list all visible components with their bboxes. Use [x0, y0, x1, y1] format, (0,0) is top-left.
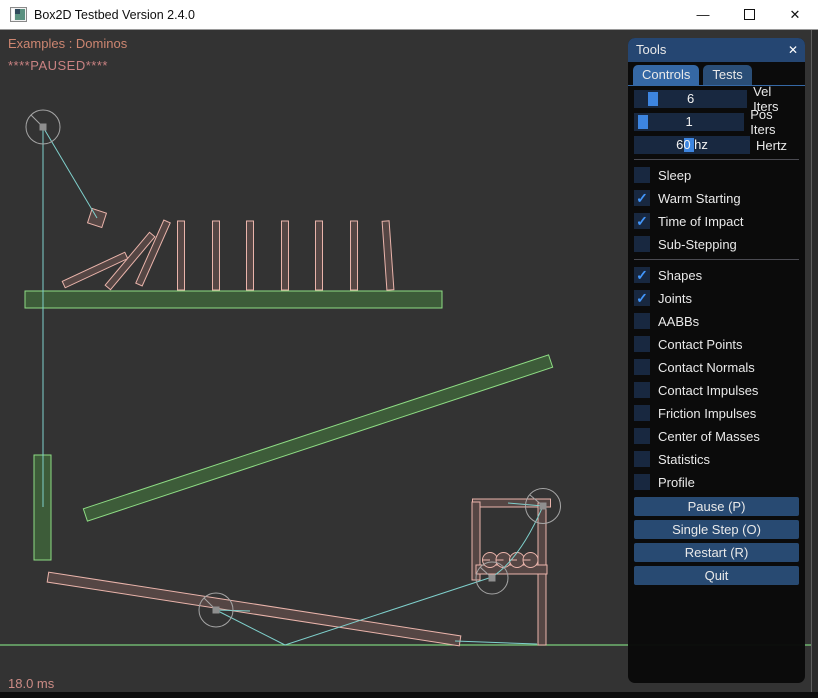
- checkbox-friction-impulses[interactable]: Friction Impulses: [634, 405, 799, 421]
- checkbox-statistics[interactable]: Statistics: [634, 451, 799, 467]
- domino[interactable]: [213, 221, 220, 290]
- ramp: [83, 355, 552, 521]
- window-title: Box2D Testbed Version 2.4.0: [34, 8, 680, 22]
- window-controls: — ✕: [680, 0, 818, 30]
- window-bottom-edge: [0, 692, 818, 698]
- domino[interactable]: [351, 221, 358, 290]
- checkbox-box: [634, 359, 650, 375]
- checkbox-profile[interactable]: Profile: [634, 474, 799, 490]
- checkmark-icon: ✓: [636, 267, 648, 283]
- pos-iters-slider[interactable]: 1: [634, 113, 744, 131]
- checkbox-joints[interactable]: ✓ Joints: [634, 290, 799, 306]
- separator: [634, 259, 799, 260]
- cradle-frame[interactable]: [472, 499, 551, 645]
- domino[interactable]: [178, 221, 185, 290]
- maximize-icon: [744, 9, 755, 20]
- pos-iters-row: 1 Pos Iters: [634, 113, 799, 131]
- seesaw-plank[interactable]: [47, 572, 461, 646]
- domino[interactable]: [316, 221, 323, 290]
- checkbox-box: [634, 428, 650, 444]
- hertz-row: 60 hz Hertz: [634, 136, 799, 154]
- minimize-button[interactable]: —: [680, 0, 726, 30]
- domino[interactable]: [247, 221, 254, 290]
- checkbox-sleep[interactable]: Sleep: [634, 167, 799, 183]
- tools-panel-body: 6 Vel Iters 1 Pos Iters 60 hz: [628, 86, 805, 585]
- checkbox-box: [634, 167, 650, 183]
- checkbox-box: [634, 382, 650, 398]
- close-icon: ✕: [790, 7, 801, 23]
- app-icon: [10, 7, 27, 22]
- checkbox-box: [634, 474, 650, 490]
- vel-iters-slider[interactable]: 6: [634, 90, 747, 108]
- checkbox-box: ✓: [634, 267, 650, 283]
- checkmark-icon: ✓: [636, 213, 648, 229]
- checkbox-contact-points[interactable]: Contact Points: [634, 336, 799, 352]
- pause-button[interactable]: Pause (P): [634, 497, 799, 516]
- app-window: Box2D Testbed Version 2.4.0 — ✕: [0, 0, 818, 698]
- checkbox-shapes[interactable]: ✓ Shapes: [634, 267, 799, 283]
- content-area: Examples : Dominos ****PAUSED**** 18.0 m…: [0, 30, 818, 692]
- restart-button[interactable]: Restart (R): [634, 543, 799, 562]
- checkbox-aabbs[interactable]: AABBs: [634, 313, 799, 329]
- single-step-button[interactable]: Single Step (O): [634, 520, 799, 539]
- checkbox-center-of-masses[interactable]: Center of Masses: [634, 428, 799, 444]
- quit-button[interactable]: Quit: [634, 566, 799, 585]
- domino-tilted[interactable]: [382, 221, 394, 290]
- tab-tests[interactable]: Tests: [703, 65, 751, 85]
- checkbox-box: [634, 405, 650, 421]
- separator: [634, 159, 799, 160]
- tools-panel: Tools ✕ Controls Tests 6 Vel Iters: [628, 38, 805, 683]
- checkbox-box: [634, 313, 650, 329]
- minimize-icon: —: [697, 7, 710, 22]
- checkbox-box: [634, 336, 650, 352]
- checkmark-icon: ✓: [636, 290, 648, 306]
- joint-anchor-points: [40, 124, 547, 614]
- checkmark-icon: ✓: [636, 190, 648, 206]
- checkbox-contact-normals[interactable]: Contact Normals: [634, 359, 799, 375]
- static-platform: [25, 291, 442, 308]
- hertz-label: Hertz: [756, 138, 787, 153]
- checkbox-contact-impulses[interactable]: Contact Impulses: [634, 382, 799, 398]
- tools-panel-title: Tools: [636, 42, 666, 57]
- tab-controls[interactable]: Controls: [633, 65, 699, 85]
- vel-iters-row: 6 Vel Iters: [634, 90, 799, 108]
- tools-panel-titlebar[interactable]: Tools ✕: [628, 38, 805, 62]
- checkbox-box: [634, 236, 650, 252]
- tools-close-button[interactable]: ✕: [784, 41, 802, 59]
- domino[interactable]: [282, 221, 289, 290]
- tools-tab-bar: Controls Tests: [628, 65, 805, 86]
- checkbox-box: ✓: [634, 290, 650, 306]
- window-titlebar[interactable]: Box2D Testbed Version 2.4.0 — ✕: [0, 0, 818, 30]
- close-button[interactable]: ✕: [772, 0, 818, 30]
- checkbox-time-of-impact[interactable]: ✓ Time of Impact: [634, 213, 799, 229]
- checkbox-box: [634, 451, 650, 467]
- checkbox-sub-stepping[interactable]: Sub-Stepping: [634, 236, 799, 252]
- checkbox-box: ✓: [634, 190, 650, 206]
- window-right-edge: [812, 30, 818, 692]
- hertz-slider[interactable]: 60 hz: [634, 136, 750, 154]
- pos-iters-label: Pos Iters: [750, 107, 799, 137]
- maximize-button[interactable]: [726, 0, 772, 30]
- checkbox-box: ✓: [634, 213, 650, 229]
- checkbox-warm-starting[interactable]: ✓ Warm Starting: [634, 190, 799, 206]
